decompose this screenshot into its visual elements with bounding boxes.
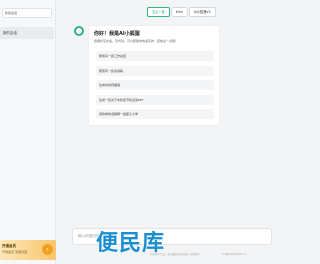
- vip-promo-banner[interactable]: 开通会员 开通会员 无限对话 ›: [0, 240, 56, 260]
- arrow-right-icon[interactable]: ›: [42, 244, 53, 255]
- suggestion-item[interactable]: 生成中秋祝福语: [96, 80, 214, 90]
- model-tabs: 文心一言 Kimi AI小狐狸V2: [147, 7, 251, 17]
- history-item[interactable]: 新的会话: [0, 27, 54, 39]
- suggestion-item[interactable]: 帮我写一篇演讲稿: [96, 66, 214, 76]
- assistant-avatar-icon: [74, 26, 84, 36]
- promo-subtitle: 开通会员 无限对话: [2, 250, 27, 254]
- greeting-subtitle: 我擅长写文案、写代码，可以帮助你快速写作，赶快试一试吧！: [94, 39, 179, 43]
- message-input[interactable]: 输入你想问的...: [72, 228, 272, 245]
- icp-link[interactable]: ICP备00000000号-1: [222, 252, 246, 256]
- greeting-card: 你好！我是AI小狐狸 我擅长写文案、写代码，可以帮助你快速写作，赶快试一试吧！ …: [88, 25, 220, 126]
- suggestion-item[interactable]: 帮我写一篇工作总结: [96, 51, 214, 61]
- greeting-title: 你好！我是AI小狐狸: [94, 31, 140, 37]
- disclaimer-text: 内容由AI生成，无法确保真实准确，仅供参考: [150, 253, 200, 256]
- input-placeholder: 输入你想问的...: [78, 234, 103, 238]
- suggestion-item[interactable]: 用简单的话解释一遍量子力学: [96, 109, 214, 119]
- sidebar: 新建会话 新的会话 开通会员 开通会员 无限对话 ›: [0, 0, 56, 264]
- new-chat-button[interactable]: 新建会话: [2, 8, 52, 18]
- promo-title: 开通会员: [2, 244, 16, 248]
- tab-kimi[interactable]: Kimi: [170, 7, 188, 17]
- tab-ai-fox-v2[interactable]: AI小狐狸V2: [188, 7, 216, 17]
- suggestion-item[interactable]: 生成一篇关于中秋佳节的演讲PPT: [96, 95, 214, 105]
- tab-wenxin[interactable]: 文心一言: [147, 7, 170, 17]
